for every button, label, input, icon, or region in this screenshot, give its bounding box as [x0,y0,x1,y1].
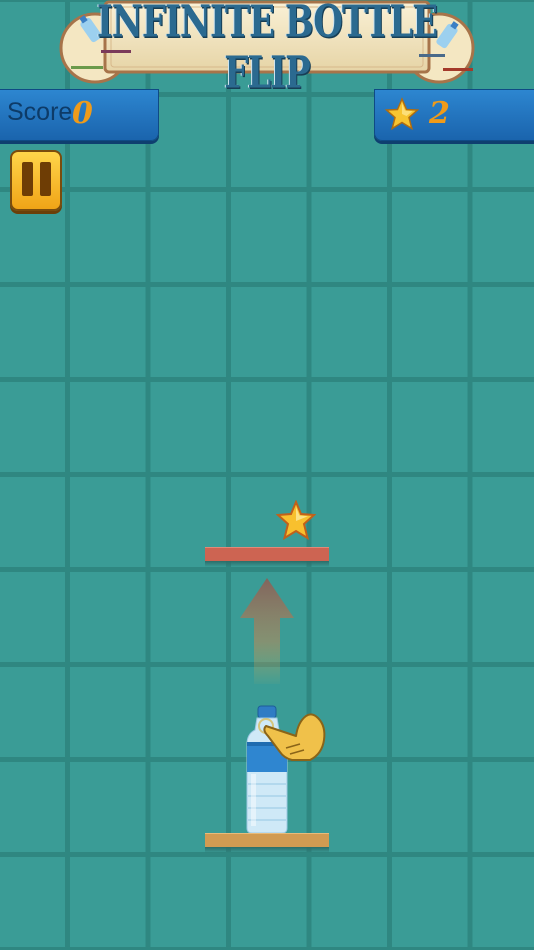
score-panel: Score 0 [0,89,159,141]
score-value: 0 [72,96,93,131]
star-icon [385,97,419,131]
pause-button[interactable] [10,150,62,211]
pause-bar-right [40,162,51,196]
game-title: INFINITE BOTTLE FLIP [96,0,438,100]
up-arrow-hint [240,578,294,684]
stars-count: 2 [429,96,450,131]
tap-hand-icon [258,713,326,761]
target-platform-shadow [205,561,329,567]
stars-panel: 2 [374,89,534,141]
title-banner: INFINITE BOTTLE FLIP [57,0,477,99]
target-platform [205,547,329,561]
bottle-platform-shadow [205,847,329,853]
pause-bar-left [22,162,33,196]
goal-star-icon [276,500,316,541]
score-label: Score [7,98,73,126]
bottle-platform [205,833,329,847]
